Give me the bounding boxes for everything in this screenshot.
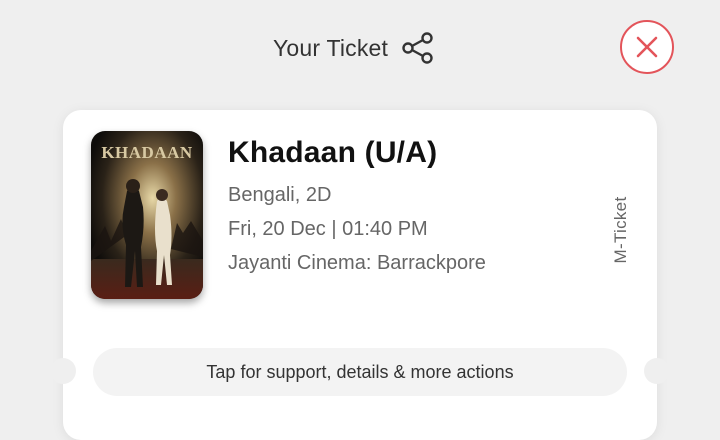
movie-info: Khadaan (U/A) Bengali, 2D Fri, 20 Dec | … [228, 136, 486, 286]
header-title-group: Your Ticket [273, 28, 436, 68]
share-icon[interactable] [400, 30, 436, 66]
ticket-notch-left [50, 358, 76, 384]
ticket-type-label: M-Ticket [611, 196, 630, 264]
support-actions-button[interactable]: Tap for support, details & more actions [93, 348, 627, 396]
venue: Jayanti Cinema: Barrackpore [228, 252, 486, 274]
ticket-header: Your Ticket [0, 0, 720, 95]
showtime: Fri, 20 Dec | 01:40 PM [228, 218, 428, 240]
ticket-card[interactable]: KHADAAN Khadaan (U/A) Bengali, 2D Fri, 2… [63, 110, 657, 440]
language-format: Bengali, 2D [228, 184, 332, 206]
ticket-notch-right [644, 358, 670, 384]
close-icon [636, 36, 658, 58]
movie-poster: KHADAAN [91, 131, 203, 299]
movie-title: Khadaan (U/A) [228, 136, 438, 169]
page-title: Your Ticket [273, 34, 389, 61]
support-button-label: Tap for support, details & more actions [206, 361, 514, 382]
close-button[interactable] [620, 20, 674, 74]
poster-title: KHADAAN [101, 143, 193, 162]
